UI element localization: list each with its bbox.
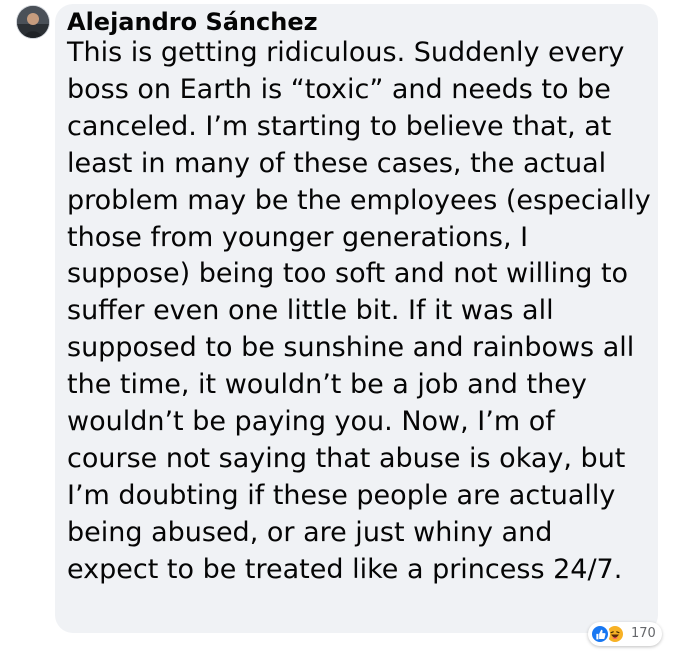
- avatar[interactable]: [17, 6, 49, 38]
- comment-author[interactable]: Alejandro Sánchez: [67, 7, 318, 37]
- reactions-summary[interactable]: 170: [588, 622, 662, 646]
- like-icon: [590, 624, 610, 644]
- reaction-count: 170: [631, 626, 656, 641]
- comment-text: This is getting ridiculous. Suddenly eve…: [67, 37, 651, 585]
